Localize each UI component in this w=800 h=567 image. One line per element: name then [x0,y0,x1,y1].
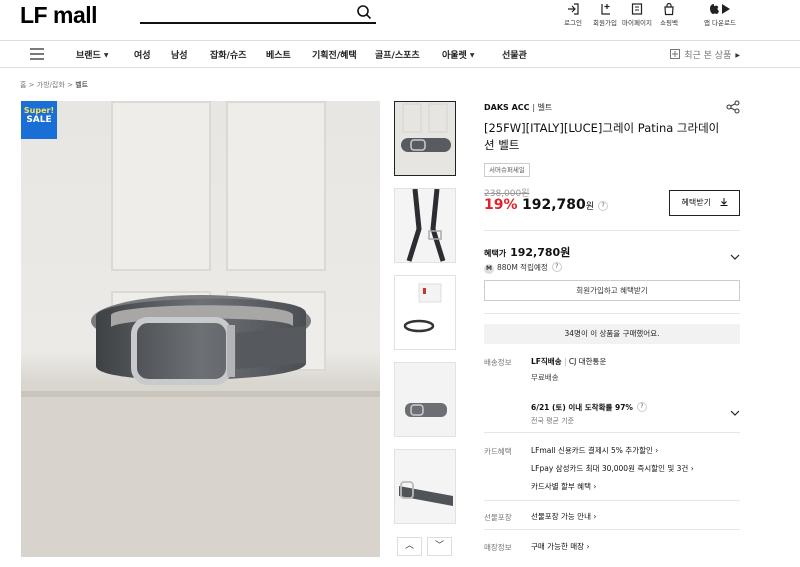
divider [484,313,740,314]
promo-tag: 서머슈퍼세일 [484,163,530,177]
app-download-icon [710,4,730,14]
point-help-icon[interactable]: ? [551,262,562,272]
menu-icon[interactable] [30,48,44,60]
signup-icon [601,4,610,15]
chevron-up-icon: ︿ [404,541,414,551]
app-download-button[interactable]: 앱 다운로드 [704,2,736,27]
brand-link[interactable]: DAKS ACC [484,103,530,112]
divider [484,529,740,530]
signup-button[interactable]: 회원가입 [590,2,620,27]
nav-item-gift[interactable]: 선물관 [502,48,527,61]
breadcrumb-bags[interactable]: 가방/잡화 [37,81,65,89]
nav-item-brand[interactable]: 브랜드 ▼ [76,48,108,61]
thumbnail-down-button[interactable]: ﹀ [427,537,452,556]
join-benefit-button[interactable]: 회원가입하고 혜택받기 [484,280,740,301]
recent-icon [670,49,681,59]
cart-button[interactable]: 쇼핑백 [654,2,684,27]
sale-price: 192,780원? [522,197,609,213]
chevron-right-icon: › [655,446,659,455]
nav-item-acc-shoes[interactable]: 잡화/슈즈 [210,48,246,61]
thumbnail-3[interactable] [394,275,456,350]
chevron-right-icon: › [593,512,597,521]
login-icon [568,3,579,15]
chevron-down-icon[interactable] [730,408,740,418]
shipping-fee: 무료배송 [531,373,559,382]
super-sale-badge: Super! SALE [21,101,57,139]
thumbnail-2[interactable] [394,188,456,263]
chevron-down-icon: ▼ [469,52,475,59]
main-nav: 브랜드 ▼ 여성 남성 잡화/슈즈 베스트 기획전/혜택 골프/스포츠 아울렛 ▼ … [0,40,800,68]
store-label: 매장정보 [484,543,512,552]
nav-item-men[interactable]: 남성 [171,48,188,61]
thumbnail-1[interactable] [394,101,456,176]
play-icon: ▶ [735,52,740,59]
header: LF mall 로그인 회원가입 마이페이지 쇼핑백 앱 다운로드 [0,0,800,40]
search-icon[interactable] [356,4,372,20]
purchase-count-notice: 34명이 이 상품을 구매했어요. [484,324,740,344]
product-title: [25FW][ITALY][LUCE]그레이 Patina 그라데이션 벨트 [484,121,720,152]
login-button[interactable]: 로그인 [558,2,588,27]
mypage-label: 마이페이지 [622,19,652,27]
thumbnail-belt-image [395,102,455,175]
chevron-right-icon: › [593,482,597,491]
card-benefit-1[interactable]: LFmall 신용카드 결제시 5% 추가할인 › [531,445,658,456]
shipping-method: LF직배송 | CJ 대한통운 [531,357,607,366]
brand-line: DAKS ACC | 벨트 [484,103,553,112]
chevron-down-icon: ﹀ [434,541,444,551]
nav-item-events[interactable]: 기획전/혜택 [312,48,357,61]
card-installment[interactable]: 카드사별 할부 혜택 › [531,481,596,492]
divider [484,432,740,433]
chevron-right-icon: › [690,464,694,473]
breadcrumb: 홈 > 가방/잡화 > 벨트 [20,81,89,89]
get-benefit-button[interactable]: 혜택받기 [669,190,740,216]
category-link[interactable]: 벨트 [538,103,553,112]
divider [484,500,740,501]
belt-image [21,295,380,557]
nav-item-golf-sports[interactable]: 골프/스포츠 [375,48,420,61]
thumbnail-box-image [395,276,455,349]
benefit-price-line: 혜택가 192,780원 [484,246,571,259]
recent-viewed[interactable]: 최근 본 상품 ▶ [670,48,740,61]
card-benefit-2[interactable]: LFpay 삼성카드 최대 30,000원 즉시할인 및 3건 › [531,463,694,474]
breadcrumb-home[interactable]: 홈 [20,81,26,89]
m-point-icon: M [484,264,494,274]
lfmall-logo[interactable]: LF mall [20,2,98,29]
mypage-button[interactable]: 마이페이지 [622,2,652,27]
nav-item-best[interactable]: 베스트 [266,48,291,61]
search-input[interactable] [140,4,376,24]
breadcrumb-belt[interactable]: 벨트 [75,81,88,89]
thumbnail-buckle-image [395,450,455,523]
chevron-right-icon: › [586,542,590,551]
cart-icon [664,2,674,16]
shipping-label: 배송정보 [484,358,512,367]
nav-item-outlet[interactable]: 아울렛 ▼ [442,48,474,61]
card-label: 카드혜택 [484,447,512,456]
point-line: M 880M 적립예정? [484,262,562,274]
signup-label: 회원가입 [593,19,617,27]
thumbnail-up-button[interactable]: ︿ [397,537,422,556]
gift-label: 선물포장 [484,513,512,522]
arrival-help-icon[interactable]: ? [636,402,647,412]
divider [484,230,740,231]
chevron-down-icon: ▼ [103,52,109,59]
chevron-down-icon[interactable] [730,252,740,262]
login-label: 로그인 [564,19,582,27]
thumbnail-4[interactable] [394,362,456,437]
share-icon[interactable] [726,100,740,114]
price-help-icon[interactable]: ? [598,201,609,211]
thumbnail-belt-closeup-image [395,363,455,436]
download-icon [720,198,727,206]
gift-wrap-info[interactable]: 선물포장 가능 안내 › [531,511,596,522]
arrival-basis: 전국 평균 기준 [531,417,575,425]
discount-rate: 19% [484,197,518,213]
mypage-icon [631,3,643,15]
arrival-estimate: 6/21 (토) 이내 도착확률 97%? [531,402,647,413]
app-download-label: 앱 다운로드 [704,19,736,27]
thumbnail-belt-hanging-image [395,189,455,262]
store-info[interactable]: 구매 가능한 매장 › [531,541,589,552]
thumbnail-5[interactable] [394,449,456,524]
cart-label: 쇼핑백 [660,19,678,27]
main-product-image[interactable]: Super! SALE [21,101,380,557]
nav-item-women[interactable]: 여성 [134,48,151,61]
